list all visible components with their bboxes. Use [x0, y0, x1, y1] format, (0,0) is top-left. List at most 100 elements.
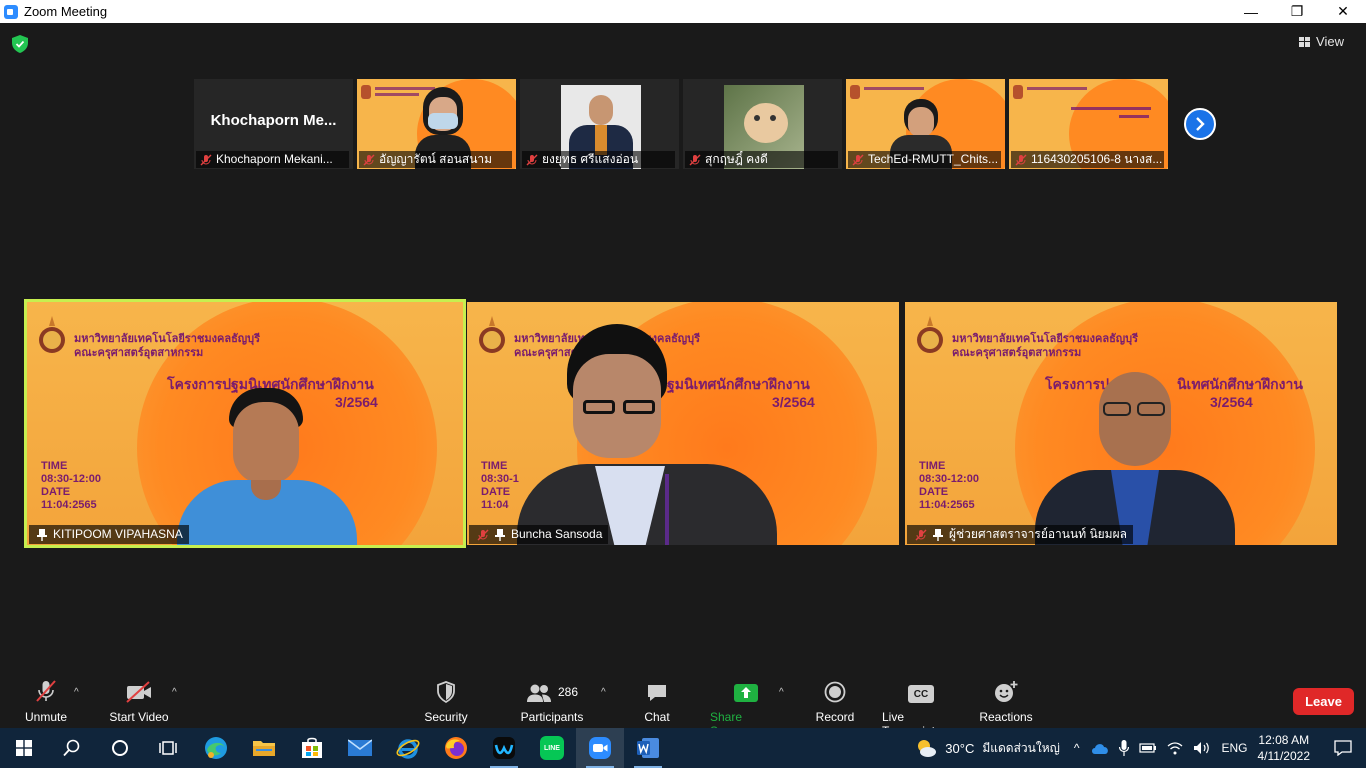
video-off-icon: [126, 681, 151, 703]
gallery-thumb[interactable]: สุกฤษฎิ์ คงดี: [683, 79, 842, 169]
security-label: Security: [424, 710, 468, 724]
participant-name: สุกฤษฎิ์ คงดี: [705, 152, 768, 166]
record-label: Record: [815, 710, 855, 724]
gallery-thumb[interactable]: TechEd-RMUTT_Chits...: [846, 79, 1005, 169]
weather-sun-cloud-icon[interactable]: [915, 738, 937, 758]
window-title: Zoom Meeting: [24, 4, 108, 19]
audio-options-caret[interactable]: ^: [74, 687, 79, 698]
system-tray: 30°C มีแดดส่วนใหญ่ ^ ENG 12:08 AM 4/11/2…: [915, 728, 1366, 768]
title-bar: Zoom Meeting — ❐ ✕: [0, 0, 1366, 23]
leave-button[interactable]: Leave: [1293, 688, 1354, 715]
pin-icon: [933, 528, 943, 541]
participant-label: TechEd-RMUTT_Chits...: [848, 151, 1001, 168]
gallery-thumb[interactable]: ยงยุทธ ศรีแสงอ่อน: [520, 79, 679, 169]
participant-name: ยงยุทธ ศรีแสงอ่อน: [542, 152, 639, 166]
weather-temperature[interactable]: 30°C: [945, 741, 974, 756]
muted-mic-icon: [363, 154, 375, 166]
start-video-button[interactable]: Start Video: [108, 679, 170, 724]
zoom-app-icon: [4, 4, 18, 19]
taskbar-line[interactable]: LINE: [528, 728, 576, 768]
taskbar-mail[interactable]: [336, 728, 384, 768]
next-page-button[interactable]: [1184, 108, 1216, 140]
maximize-button[interactable]: ❐: [1274, 0, 1320, 23]
date-label: DATE: [919, 486, 949, 498]
show-hidden-icons-caret[interactable]: ^: [1074, 741, 1080, 755]
participant-name: Khochaporn Mekani...: [216, 152, 333, 166]
muted-mic-icon: [915, 529, 927, 540]
participant-video: [1025, 372, 1245, 545]
video-tile[interactable]: มหาวิทยาลัยเทคโนโลยีราชมงคลธัญบุรีคณะครุ…: [467, 302, 899, 545]
word-icon: [637, 738, 659, 758]
participant-label: 116430205106-8 นางส...: [1011, 151, 1164, 168]
zoom-app-icon: [589, 737, 611, 759]
university-name: มหาวิทยาลัยเทคโนโลยีราชมงคลธัญบุรี: [74, 333, 261, 345]
gallery-thumb[interactable]: 116430205106-8 นางส...: [1009, 79, 1168, 169]
participant-name: 116430205106-8 นางส...: [1031, 152, 1163, 166]
meeting-toolbar: Unmute ^ Start Video ^ Security 286 Part…: [0, 671, 1366, 738]
participant-name: ผู้ช่วยศาสตราจารย์อานนท์ นิยมผล: [949, 527, 1127, 541]
taskbar-internet-explorer[interactable]: [384, 728, 432, 768]
taskbar-zoom[interactable]: [576, 728, 624, 768]
task-view-button[interactable]: [144, 728, 192, 768]
taskbar-file-explorer[interactable]: [240, 728, 288, 768]
microphone-icon[interactable]: [1119, 740, 1130, 756]
participants-button[interactable]: 286 Participants: [520, 679, 584, 724]
muted-mic-icon: [1015, 154, 1027, 166]
view-label: View: [1316, 34, 1344, 49]
participant-label: อัญญารัตน์ สอนสนาม: [359, 151, 512, 168]
faculty-name: คณะครุศาสตร์อุตสาหกรรม: [74, 347, 204, 359]
date-value: 11:04:2565: [41, 499, 97, 511]
reactions-button[interactable]: Reactions: [979, 679, 1033, 724]
video-options-caret[interactable]: ^: [172, 687, 177, 698]
taskbar-edge[interactable]: [192, 728, 240, 768]
edge-browser-icon: [205, 737, 227, 759]
chat-button[interactable]: Chat: [640, 679, 674, 724]
participant-video: [167, 388, 367, 545]
gallery-thumb[interactable]: Khochaporn Me... Khochaporn Mekani...: [194, 79, 353, 169]
minimize-button[interactable]: —: [1228, 0, 1274, 23]
taskbar-word[interactable]: [624, 728, 672, 768]
onedrive-cloud-icon[interactable]: [1091, 742, 1109, 754]
record-button[interactable]: Record: [814, 679, 856, 724]
firefox-icon: [445, 737, 467, 759]
participant-name: TechEd-RMUTT_Chits...: [868, 152, 999, 166]
windows-taskbar: LINE 30°C มีแดดส่วนใหญ่ ^ ENG 12:08 AM 4…: [0, 728, 1366, 768]
action-center-button[interactable]: [1320, 728, 1366, 768]
unmute-button[interactable]: Unmute: [24, 679, 68, 724]
muted-mic-icon: [689, 154, 701, 166]
security-shield-icon[interactable]: [12, 35, 28, 53]
gallery-thumb[interactable]: อัญญารัตน์ สอนสนาม: [357, 79, 516, 169]
view-button[interactable]: View: [1299, 34, 1344, 49]
time-value: 08:30-12:00: [41, 473, 101, 485]
date-value: 11:04:2565: [919, 499, 975, 511]
closed-caption-icon: CC: [908, 685, 934, 703]
muted-mic-icon: [36, 680, 56, 702]
cortana-button[interactable]: [96, 728, 144, 768]
participant-label: ยงยุทธ ศรีแสงอ่อน: [522, 151, 675, 168]
start-button[interactable]: [0, 728, 48, 768]
share-options-caret[interactable]: ^: [779, 687, 784, 698]
video-tile-active-speaker[interactable]: มหาวิทยาลัยเทคโนโลยีราชมงคลธัญบุรีคณะครุ…: [24, 299, 466, 548]
taskbar-webex[interactable]: [480, 728, 528, 768]
university-seal-icon: [917, 316, 943, 353]
pin-icon: [37, 528, 47, 541]
input-language[interactable]: ENG: [1221, 741, 1247, 755]
taskbar-clock[interactable]: 12:08 AM 4/11/2022: [1258, 732, 1311, 764]
taskbar-firefox[interactable]: [432, 728, 480, 768]
video-tile[interactable]: มหาวิทยาลัยเทคโนโลยีราชมงคลธัญบุรีคณะครุ…: [905, 302, 1337, 545]
weather-description[interactable]: มีแดดส่วนใหญ่: [982, 739, 1060, 758]
time-label: TIME: [919, 460, 946, 472]
battery-icon[interactable]: [1139, 742, 1157, 754]
speaker-volume-icon[interactable]: [1193, 741, 1211, 755]
search-button[interactable]: [48, 728, 96, 768]
participants-options-caret[interactable]: ^: [601, 687, 606, 698]
windows-logo-icon: [16, 740, 32, 756]
folder-icon: [253, 741, 275, 756]
wifi-icon[interactable]: [1167, 741, 1183, 755]
webex-icon: [493, 737, 515, 759]
participants-label: Participants: [520, 710, 584, 724]
security-button[interactable]: Security: [424, 679, 468, 724]
university-seal-icon: [479, 316, 505, 353]
taskbar-store[interactable]: [288, 728, 336, 768]
close-button[interactable]: ✕: [1320, 0, 1366, 23]
